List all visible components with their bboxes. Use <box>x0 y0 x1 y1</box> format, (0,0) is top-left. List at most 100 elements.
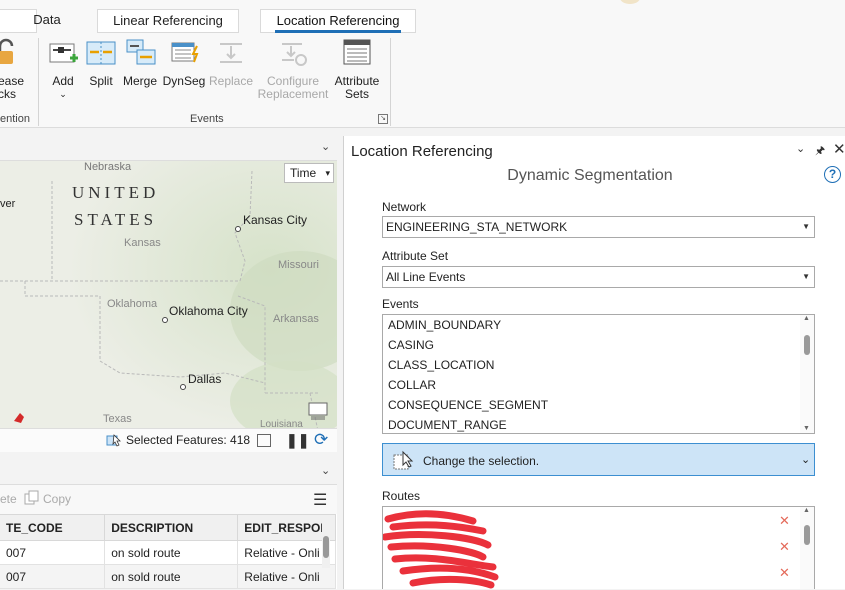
add-chevron-down-icon[interactable]: ⌄ <box>44 88 82 101</box>
remove-route-icon[interactable]: ✕ <box>779 565 790 581</box>
release-locks-button[interactable]: ease cks <box>0 38 30 101</box>
attribute-set-value: All Line Events <box>386 270 466 284</box>
map-status-bar: Selected Features: 418 ❚❚ ⟳ <box>0 428 337 452</box>
selected-features-count: Selected Features: 418 <box>126 433 251 447</box>
split-event-icon <box>86 38 116 68</box>
map-label-nebraska: Nebraska <box>84 161 132 173</box>
map-label-kansas-city: Kansas City <box>243 213 308 227</box>
table-cell[interactable]: 007 <box>0 564 106 589</box>
delete-button[interactable]: ete <box>0 492 17 506</box>
column-header-route-code[interactable]: TE_CODE <box>0 514 106 541</box>
table-cell[interactable]: on sold route <box>104 564 239 589</box>
events-list[interactable]: ADMIN_BOUNDARY CASING CLASS_LOCATION COL… <box>382 314 815 434</box>
table-menu-icon[interactable]: ☰ <box>313 490 327 510</box>
pane-options-chevron-icon[interactable]: ⌄ <box>796 142 805 155</box>
column-header-description[interactable]: DESCRIPTION <box>104 514 239 541</box>
add-event-button[interactable]: Add ⌄ <box>44 38 82 101</box>
dynseg-label: DynSeg <box>162 74 206 88</box>
split-label: Split <box>89 74 113 88</box>
select-by-rectangle-icon <box>392 449 416 476</box>
dynseg-icon <box>169 38 199 68</box>
attribute-set-label: Attribute Set <box>382 249 449 263</box>
network-combo[interactable]: ENGINEERING_STA_NETWORK ▼ <box>382 216 815 238</box>
extent-indicator-icon[interactable] <box>257 434 271 447</box>
map-label-arkansas: Arkansas <box>273 313 319 325</box>
tab-location-referencing[interactable]: Location Referencing <box>260 9 416 33</box>
dynseg-button[interactable]: DynSeg <box>161 38 207 88</box>
refresh-icon[interactable]: ⟳ <box>314 430 328 450</box>
help-icon[interactable]: ? <box>824 166 841 183</box>
table-cell[interactable]: on sold route <box>104 540 239 565</box>
table-row[interactable]: 007 on sold route Relative - Onli <box>0 564 336 589</box>
time-label: Time <box>290 166 317 180</box>
map-label-denver-partial: ver <box>0 198 16 210</box>
remove-route-icon[interactable]: ✕ <box>779 513 790 529</box>
scroll-up-icon[interactable]: ▲ <box>803 507 810 514</box>
map-pane-options-chevron-icon[interactable]: ⌄ <box>321 140 330 153</box>
add-event-icon <box>48 38 78 68</box>
tab-linear-referencing-label: Linear Referencing <box>113 13 223 28</box>
table-cell[interactable]: Relative - Onli <box>237 540 336 565</box>
column-header-edit-respon[interactable]: EDIT_RESPON <box>237 514 336 541</box>
table-pane-options-chevron-icon[interactable]: ⌄ <box>321 464 330 477</box>
table-row[interactable]: 007 on sold route Relative - Onli <box>0 540 336 565</box>
table-cell[interactable]: Relative - Onli <box>237 564 336 589</box>
list-item[interactable]: DOCUMENT_RANGE <box>383 415 814 435</box>
attribute-set-combo[interactable]: All Line Events ▼ <box>382 266 815 288</box>
replace-button[interactable]: Replace <box>208 38 254 88</box>
dialog-launcher-icon[interactable]: ↘ <box>378 114 388 124</box>
events-group-label: Events <box>190 113 224 125</box>
time-slider-toggle[interactable]: Time ▾ <box>284 163 334 183</box>
map-view[interactable]: Nebraska UNITED STATES ver Kansas Kansas… <box>0 160 337 452</box>
copy-button[interactable]: Copy <box>43 492 71 506</box>
attribute-sets-button[interactable]: Attribute Sets <box>331 38 383 101</box>
events-label: Events <box>382 297 419 311</box>
remove-route-icon[interactable]: ✕ <box>779 539 790 555</box>
table-toolbar: ete Copy ☰ <box>0 484 337 514</box>
routes-scrollbar[interactable]: ▲ <box>800 507 814 589</box>
close-icon[interactable]: ✕ <box>833 140 845 158</box>
tab-location-referencing-label: Location Referencing <box>276 13 400 28</box>
tab-linear-referencing[interactable]: Linear Referencing <box>97 9 239 33</box>
active-tab-underline <box>275 30 401 33</box>
pin-icon[interactable]: 🖈 <box>815 142 825 161</box>
list-item[interactable]: CLASS_LOCATION <box>383 355 814 375</box>
routes-scroll-thumb[interactable] <box>804 525 810 545</box>
merge-event-icon <box>125 38 156 68</box>
scroll-up-icon[interactable]: ▲ <box>803 315 810 322</box>
map-label-dallas: Dallas <box>188 372 222 386</box>
map-label-oklahoma-city: Oklahoma City <box>169 304 248 318</box>
list-item[interactable]: ADMIN_BOUNDARY <box>383 315 814 335</box>
list-item[interactable]: COLLAR <box>383 375 814 395</box>
change-selection-dropdown[interactable]: Change the selection. ⌄ <box>382 443 815 476</box>
map-label-kansas: Kansas <box>124 237 161 249</box>
events-scrollbar[interactable]: ▲ ▼ <box>800 315 814 433</box>
routes-list[interactable]: ✕ ✕ ✕ ▲ <box>382 506 815 589</box>
list-item[interactable]: CONSEQUENCE_SEGMENT <box>383 395 814 415</box>
copy-icon <box>24 490 40 509</box>
lock-icon <box>0 38 27 68</box>
list-item[interactable]: CASING <box>383 335 814 355</box>
tab-data-label: Data <box>33 12 61 27</box>
group-label-partial: ention <box>0 113 30 125</box>
attribute-sets-icon <box>342 38 372 68</box>
network-label: Network <box>382 200 427 214</box>
pane-subtitle: Dynamic Segmentation <box>507 167 673 184</box>
change-selection-label: Change the selection. <box>423 454 540 468</box>
tab-data[interactable]: Data <box>16 9 78 33</box>
events-group-separator <box>390 38 391 126</box>
table-vertical-scrollbar[interactable] <box>322 518 330 568</box>
table-pane-header: ⌄ <box>0 458 340 484</box>
scroll-down-icon[interactable]: ▼ <box>803 425 810 432</box>
configure-replacement-icon <box>278 38 308 68</box>
change-selection-chevron-down-icon: ⌄ <box>801 454 811 466</box>
events-scroll-thumb[interactable] <box>804 335 810 355</box>
table-scroll-thumb[interactable] <box>323 536 329 558</box>
basemap-gallery-icon[interactable] <box>307 401 329 421</box>
table-cell[interactable]: 007 <box>0 540 106 565</box>
split-event-button[interactable]: Split <box>84 38 118 88</box>
pause-drawing-icon[interactable]: ❚❚ <box>286 432 309 449</box>
configure-replacement-button[interactable]: Configure Replacement <box>256 38 330 101</box>
network-value: ENGINEERING_STA_NETWORK <box>386 220 568 234</box>
merge-event-button[interactable]: Merge <box>121 38 159 88</box>
